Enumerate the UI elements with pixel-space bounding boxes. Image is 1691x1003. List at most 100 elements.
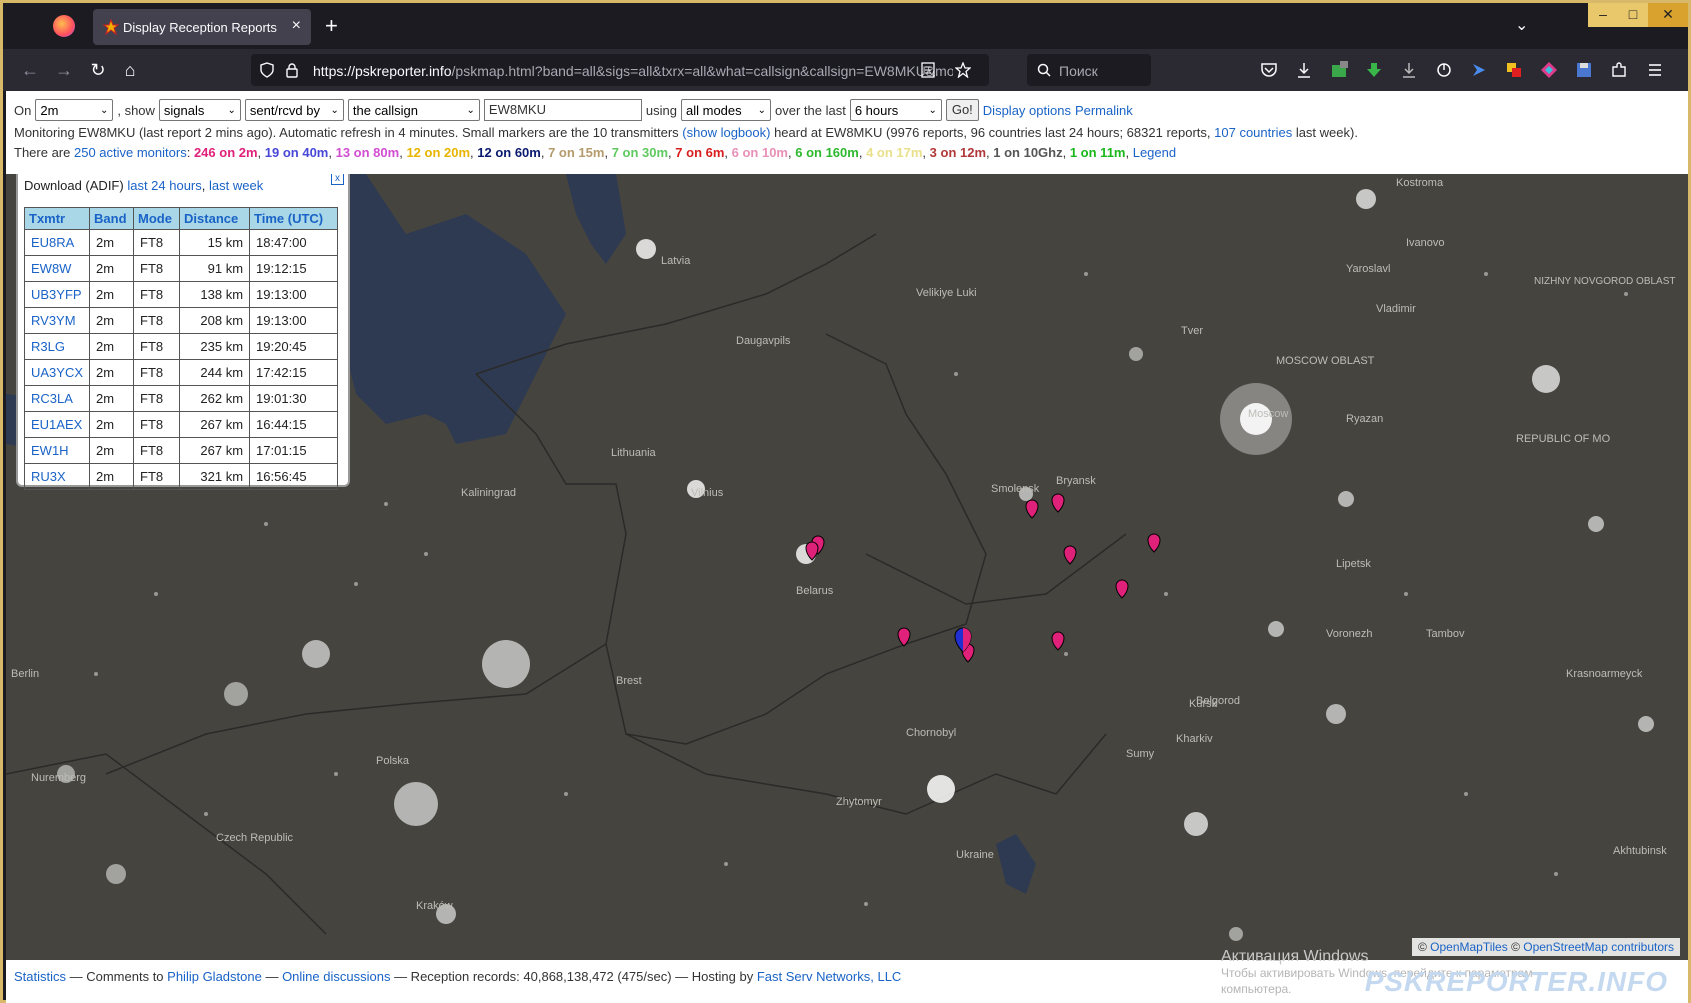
baltic-sea-shape (326, 174, 566, 444)
legend-link[interactable]: Legend (1133, 145, 1176, 160)
last-24-hours-link[interactable]: last 24 hours (127, 178, 201, 193)
extensions-puzzle-icon[interactable] (1610, 61, 1628, 79)
cell-distance: 267 km (179, 437, 251, 464)
column-header-distance[interactable]: Distance (179, 207, 251, 230)
colorpicker-icon[interactable] (1540, 61, 1558, 79)
chevron-down-icon: ⌄ (99, 104, 109, 116)
cell-txmtr[interactable]: RU3X (23, 463, 91, 490)
online-discussions-link[interactable]: Online discussions (282, 969, 390, 984)
home-icon[interactable]: ⌂ (117, 57, 143, 83)
period-select[interactable]: 6 hours ⌄ (849, 99, 942, 121)
map-label: Voronezh (1326, 628, 1372, 640)
column-header-txmtr[interactable]: Txmtr (23, 207, 91, 230)
map-marker[interactable] (1051, 631, 1065, 651)
maximize-button[interactable]: □ (1618, 3, 1648, 27)
close-window-button[interactable]: ✕ (1648, 3, 1688, 27)
cell-time: 17:01:15 (249, 437, 339, 464)
map-marker[interactable] (1063, 545, 1077, 565)
cell-txmtr[interactable]: EW8W (23, 255, 91, 282)
map-label: Polska (376, 755, 410, 767)
direction-select[interactable]: sent/rcvd by ⌄ (244, 99, 344, 121)
hosting-link[interactable]: Fast Serv Networks, LLC (757, 969, 902, 984)
signals-select[interactable]: signals ⌄ (158, 99, 241, 121)
show-logbook-link[interactable]: (show logbook) (682, 125, 770, 140)
firefox-logo-icon[interactable] (53, 15, 75, 37)
active-monitors-summary: There are 250 active monitors: 246 on 2m… (14, 145, 1176, 160)
url-host: https://pskreporter.info (313, 63, 452, 79)
what-select[interactable]: the callsign ⌄ (347, 99, 480, 121)
close-panel-icon[interactable]: x (331, 174, 344, 185)
band-count: 7 on 6m (675, 145, 725, 160)
back-arrow-icon[interactable]: ← (17, 57, 43, 83)
over-label: over the last (775, 102, 846, 118)
transmitter-markers[interactable] (805, 493, 1161, 663)
table-row: EW1H 2m FT8 267 km 17:01:15 (23, 437, 339, 464)
cell-txmtr[interactable]: R3LG (23, 333, 91, 360)
last-week-link[interactable]: last week (209, 178, 263, 193)
shield-icon[interactable] (259, 62, 275, 78)
reload-icon[interactable]: ↻ (85, 57, 111, 83)
search-placeholder: Поиск (1059, 63, 1098, 79)
sync-icon[interactable] (1435, 61, 1453, 79)
cell-txmtr[interactable]: EW1H (23, 437, 91, 464)
cell-band: 2m (89, 229, 135, 256)
page-content: On 2m ⌄ , show signals ⌄ sent/rcvd by ⌄ the… (6, 91, 1688, 1003)
openstreetmap-link[interactable]: OpenStreetMap contributors (1523, 940, 1674, 954)
map-marker[interactable] (1147, 533, 1161, 553)
column-header-time[interactable]: Time (UTC) (249, 207, 339, 230)
display-options-link[interactable]: Display options (983, 103, 1071, 118)
search-input[interactable]: Поиск (1027, 54, 1151, 86)
extension-green-icon[interactable] (1330, 61, 1348, 79)
cell-time: 19:13:00 (249, 307, 339, 334)
arrow-extension-icon[interactable] (1470, 61, 1488, 79)
band-count: 246 on 2m (193, 145, 258, 160)
band-select[interactable]: 2m ⌄ (35, 99, 114, 121)
callsign-input[interactable]: EW8MKU (483, 99, 642, 121)
save-download-icon[interactable] (1400, 61, 1418, 79)
reception-map[interactable]: Latvia Lithuania Daugavpils Velikiye Luk… (6, 174, 1688, 960)
cell-txmtr[interactable]: EU8RA (23, 229, 91, 256)
map-label: Moscow (1248, 408, 1288, 420)
results-panel: x Download (ADIF) last 24 hours, last we… (16, 174, 350, 490)
download-manager-icon[interactable] (1365, 61, 1383, 79)
countries-link[interactable]: 107 countries (1214, 125, 1292, 140)
cell-distance: 15 km (179, 229, 251, 256)
new-tab-button[interactable]: + (325, 13, 338, 39)
active-monitors-link[interactable]: 250 active monitors (74, 145, 187, 160)
download-icon[interactable] (1295, 61, 1313, 79)
column-header-mode[interactable]: Mode (133, 207, 181, 230)
column-header-band[interactable]: Band (89, 207, 135, 230)
map-marker[interactable] (1025, 499, 1039, 519)
go-button[interactable]: Go! (945, 99, 979, 121)
cell-mode: FT8 (133, 307, 181, 334)
reader-view-icon[interactable] (921, 62, 935, 78)
tab-close-icon[interactable]: × (292, 17, 301, 35)
cell-txmtr[interactable]: EU1AEX (23, 411, 91, 438)
map-marker[interactable] (1115, 579, 1129, 599)
forward-arrow-icon[interactable]: → (51, 57, 77, 83)
statistics-link[interactable]: Statistics (14, 969, 66, 984)
author-link[interactable]: Philip Gladstone (167, 969, 262, 984)
address-bar[interactable]: https://pskreporter.info/pskmap.html?ban… (251, 54, 989, 86)
cell-txmtr[interactable]: UB3YFP (23, 281, 91, 308)
permalink-link[interactable]: Permalink (1075, 103, 1133, 118)
lock-icon[interactable] (285, 62, 299, 78)
active-tab[interactable]: Display Reception Reports × (93, 9, 311, 45)
list-tabs-icon[interactable]: ⌄ (1515, 15, 1528, 35)
floppy-save-icon[interactable] (1575, 61, 1593, 79)
cell-txmtr[interactable]: RC3LA (23, 385, 91, 412)
url-text[interactable]: https://pskreporter.info/pskmap.html?ban… (313, 63, 953, 79)
chevron-down-icon: ⌄ (466, 104, 475, 116)
minimize-button[interactable]: – (1588, 3, 1618, 27)
pocket-icon[interactable] (1260, 61, 1278, 79)
modes-select[interactable]: all modes ⌄ (681, 99, 771, 121)
bookmark-star-icon[interactable] (955, 62, 971, 78)
band-count: 3 on 12m (929, 145, 987, 160)
cell-mode: FT8 (133, 359, 181, 386)
menu-hamburger-icon[interactable] (1646, 61, 1664, 79)
download-adif: Download (ADIF) last 24 hours, last week (24, 178, 263, 193)
map-marker[interactable] (1051, 493, 1065, 513)
color-extension-icon[interactable] (1505, 61, 1523, 79)
cell-txmtr[interactable]: RV3YM (23, 307, 91, 334)
cell-txmtr[interactable]: UA3YCX (23, 359, 91, 386)
